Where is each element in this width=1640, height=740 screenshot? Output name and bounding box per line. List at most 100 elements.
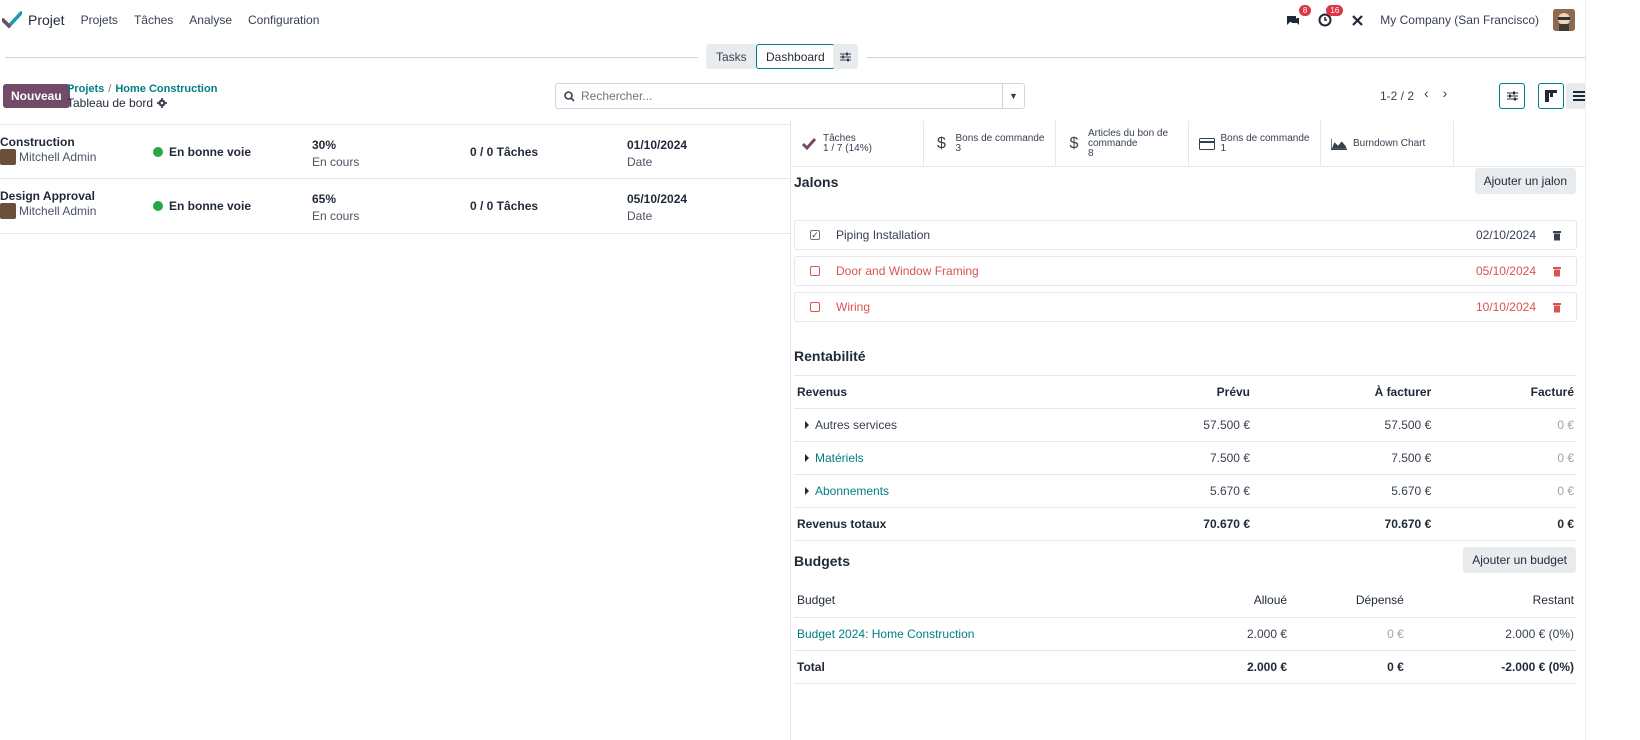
total-label: Total xyxy=(794,650,1191,684)
col-header: À facturer xyxy=(1253,375,1435,409)
planned-value: 57.500 € xyxy=(1100,408,1253,442)
company-switcher[interactable]: My Company (San Francisco) xyxy=(1380,13,1539,27)
gear-icon[interactable] xyxy=(157,98,168,108)
stat-purchase-lines-button[interactable]: $ Articles du bon de commande 8 xyxy=(1056,121,1189,167)
tools-icon[interactable] xyxy=(1348,11,1366,29)
budgets-table: Budget Alloué Dépensé Restant Budget 202… xyxy=(794,584,1577,684)
trash-icon[interactable] xyxy=(1552,230,1562,241)
menu-tasks[interactable]: Tâches xyxy=(134,13,173,27)
milestone-row[interactable]: ✓ Piping Installation 02/10/2024 xyxy=(794,220,1577,250)
add-budget-button[interactable]: Ajouter un budget xyxy=(1463,547,1576,573)
window-gutter xyxy=(1585,0,1640,740)
caret-right-icon[interactable] xyxy=(805,454,809,462)
milestone-checkbox-checked[interactable]: ✓ xyxy=(810,230,820,240)
progress-value: 30% xyxy=(312,138,337,152)
credit-card-icon xyxy=(1198,138,1215,150)
milestone-checkbox[interactable] xyxy=(810,266,820,276)
status-dot xyxy=(153,201,163,211)
stat-label-2: commande xyxy=(1088,138,1138,149)
chevron-left-icon[interactable]: ‹ xyxy=(1424,85,1429,101)
total-planned: 70.670 € xyxy=(1100,507,1253,541)
total-row: Revenus totaux 70.670 € 70.670 € 0 € xyxy=(794,507,1577,541)
stat-vendor-bills-button[interactable]: Bons de commande 1 xyxy=(1189,121,1321,167)
filter-sliders-button[interactable] xyxy=(1499,83,1525,109)
revenue-label-link[interactable]: Abonnements xyxy=(815,484,889,498)
stat-burndown-button[interactable]: Burndown Chart xyxy=(1321,121,1454,167)
project-row[interactable]: Design Approval Mitchell Admin En bonne … xyxy=(0,179,790,234)
search-bar: ▼ xyxy=(555,83,1025,109)
new-button[interactable]: Nouveau xyxy=(3,84,70,108)
profitability-title: Rentabilité xyxy=(794,348,866,364)
menu-projects[interactable]: Projets xyxy=(81,13,118,27)
milestone-date: 05/10/2024 xyxy=(1475,264,1536,278)
caret-right-icon[interactable] xyxy=(805,421,809,429)
switcher-divider-right xyxy=(867,57,1585,58)
menu-analysis[interactable]: Analyse xyxy=(189,13,232,27)
total-remaining: -2.000 € (0%) xyxy=(1406,650,1577,684)
settings-sliders-button[interactable] xyxy=(833,44,858,69)
milestone-checkbox[interactable] xyxy=(810,302,820,312)
project-date: 01/10/2024 xyxy=(627,138,688,152)
search-icon xyxy=(564,90,575,102)
total-spent: 0 € xyxy=(1290,650,1407,684)
table-row[interactable]: Autres services 57.500 € 57.500 € 0 € xyxy=(794,408,1577,442)
search-options-toggle[interactable]: ▼ xyxy=(1002,84,1024,108)
search-input[interactable] xyxy=(575,89,1002,103)
status-dot xyxy=(153,147,163,157)
to-invoice-value: 57.500 € xyxy=(1253,408,1435,442)
menu-configuration[interactable]: Configuration xyxy=(248,13,319,27)
tasks-tab-button[interactable]: Tasks xyxy=(706,44,757,69)
sliders-icon xyxy=(1506,91,1518,101)
stat-buttons-bar: Tâches 1 / 7 (14%) $ Bons de commande 3 $ … xyxy=(791,121,1586,167)
milestone-date: 02/10/2024 xyxy=(1475,228,1536,242)
breadcrumb-projects-link[interactable]: Projets xyxy=(67,83,104,95)
revenue-label-link[interactable]: Matériels xyxy=(815,451,864,465)
navbar-right: 8 16 My Company (San Francisco) xyxy=(1284,0,1575,40)
status-indicator[interactable]: En bonne voie xyxy=(153,145,251,159)
total-allocated: 2.000 € xyxy=(1190,650,1291,684)
stat-purchase-orders-button[interactable]: $ Bons de commande 3 xyxy=(924,121,1056,167)
project-row[interactable]: Construction Mitchell Admin En bonne voi… xyxy=(0,124,790,179)
stat-label: Bons de commande xyxy=(1220,133,1310,144)
allocated-value: 2.000 € xyxy=(1190,617,1291,651)
project-dashboard-panel: Tâches 1 / 7 (14%) $ Bons de commande 3 $ … xyxy=(790,121,1586,740)
breadcrumb-project-link[interactable]: Home Construction xyxy=(115,83,217,95)
user-avatar[interactable] xyxy=(1553,9,1575,31)
milestone-row[interactable]: Door and Window Framing 05/10/2024 xyxy=(794,256,1577,286)
project-date-label: Date xyxy=(627,155,653,169)
table-row[interactable]: Matériels 7.500 € 7.500 € 0 € xyxy=(794,441,1577,475)
caret-right-icon[interactable] xyxy=(805,487,809,495)
dashboard-tab-button[interactable]: Dashboard xyxy=(756,44,835,69)
col-header: Restant xyxy=(1406,584,1577,618)
table-row[interactable]: Budget 2024: Home Construction 2.000 € 0… xyxy=(794,617,1577,651)
col-header: Budget xyxy=(794,584,1191,618)
trash-icon[interactable] xyxy=(1552,302,1562,313)
switcher-divider-left xyxy=(5,57,698,58)
app-brand[interactable]: Projet xyxy=(2,11,65,29)
status-indicator[interactable]: En bonne voie xyxy=(153,199,251,213)
stat-value: 3 xyxy=(955,143,962,154)
messages-icon[interactable]: 8 xyxy=(1284,5,1312,29)
total-label: Revenus totaux xyxy=(794,507,1101,541)
chevron-right-icon[interactable]: › xyxy=(1443,85,1448,101)
messages-count-badge: 8 xyxy=(1298,5,1312,16)
col-header: Dépensé xyxy=(1290,584,1407,618)
stat-value: 1 / 7 (14%) xyxy=(823,143,872,154)
trash-icon[interactable] xyxy=(1552,266,1562,277)
pager-value[interactable]: 1-2 / 2 xyxy=(1380,89,1414,103)
project-date-label: Date xyxy=(627,209,653,223)
planned-value: 5.670 € xyxy=(1100,474,1253,508)
total-row: Total 2.000 € 0 € -2.000 € (0%) xyxy=(794,650,1577,684)
activities-clock-icon[interactable]: 16 xyxy=(1316,5,1344,29)
milestone-row[interactable]: Wiring 10/10/2024 xyxy=(794,292,1577,322)
project-name: Design Approval xyxy=(0,189,95,203)
stat-tasks-button[interactable]: Tâches 1 / 7 (14%) xyxy=(791,121,924,167)
stat-empty-slot xyxy=(1454,121,1587,167)
table-row[interactable]: Abonnements 5.670 € 5.670 € 0 € xyxy=(794,474,1577,508)
kanban-view-button[interactable] xyxy=(1538,83,1564,109)
col-header: Alloué xyxy=(1190,584,1291,618)
budget-name-link[interactable]: Budget 2024: Home Construction xyxy=(794,617,1191,651)
add-milestone-button[interactable]: Ajouter un jalon xyxy=(1474,168,1576,194)
caret-down-icon: ▼ xyxy=(1009,91,1018,101)
avatar xyxy=(0,149,16,165)
